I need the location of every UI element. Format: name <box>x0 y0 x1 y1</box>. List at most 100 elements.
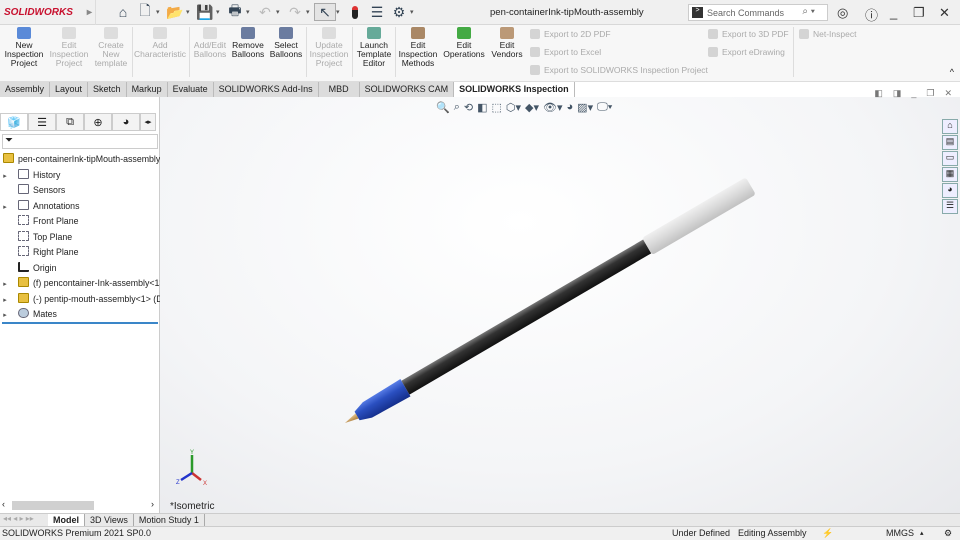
tree-root[interactable]: pen-containerInk-tipMouth-assembly <box>0 153 165 165</box>
export-inspection-project-button[interactable]: Export to SOLIDWORKS Inspection Project <box>530 65 708 75</box>
gear-icon[interactable]: ⚙ <box>388 3 410 21</box>
label: Net-Inspect <box>813 29 857 39</box>
scroll-right-icon[interactable]: › <box>151 499 154 509</box>
tab-mbd[interactable]: MBD <box>318 82 360 97</box>
tab-assembly[interactable]: Assembly <box>0 82 51 97</box>
export-edrawing-button[interactable]: Export eDrawing <box>708 47 785 57</box>
expand-icon[interactable]: ▸ <box>0 295 10 307</box>
edit-inspection-project-button[interactable]: Edit Inspection Project <box>48 27 90 68</box>
horizontal-scrollbar[interactable]: ‹ › <box>0 499 160 511</box>
restore-icon[interactable]: ❐ <box>913 5 925 21</box>
select-balloons-button[interactable]: Select Balloons <box>268 27 304 59</box>
rebuild-status-icon[interactable]: ⚡ <box>822 527 833 540</box>
chevron-down-icon[interactable]: ▾ <box>246 8 254 16</box>
tab-inspection[interactable]: SOLIDWORKS Inspection <box>454 82 575 97</box>
tab-layout[interactable]: Layout <box>50 82 89 97</box>
file-properties-icon[interactable]: ☰ <box>366 3 388 21</box>
tree-item-origin[interactable]: Origin <box>0 262 165 274</box>
tree-item-front-plane[interactable]: Front Plane <box>0 215 165 227</box>
units-chevron-icon[interactable]: ▴ <box>920 527 924 540</box>
add-characteristic-button[interactable]: Add Characteristic <box>134 27 186 59</box>
chevron-down-icon[interactable]: ▾ <box>336 8 344 16</box>
select-cursor-icon[interactable]: ↖ <box>314 3 336 21</box>
edit-vendors-button[interactable]: Edit Vendors <box>489 27 525 59</box>
pen-model[interactable] <box>160 97 960 513</box>
net-inspect-button[interactable]: Net-Inspect <box>799 29 856 39</box>
tab-sketch[interactable]: Sketch <box>88 82 127 97</box>
tree-item-annotations[interactable]: ▸ Annotations <box>0 200 165 214</box>
create-new-template-button[interactable]: Create New template <box>92 27 130 68</box>
scroll-tabs-left-icon[interactable]: ◂▸ <box>140 113 156 131</box>
tab-add-ins[interactable]: SOLIDWORKS Add-Ins <box>213 82 319 97</box>
new-document-icon[interactable]: 🗋 <box>134 2 156 21</box>
divider <box>793 27 794 77</box>
remove-balloons-button[interactable]: Remove Balloons <box>230 27 266 59</box>
chevron-down-icon[interactable]: ▾ <box>186 8 194 16</box>
new-inspection-project-button[interactable]: New Inspection Project <box>3 27 45 68</box>
configuration-manager-tab-icon[interactable]: ⧉ <box>56 113 84 131</box>
graphics-viewport[interactable]: 🔍 ⌕ ⟲ ◧ ⬚ ⬡▾ ◆▾ 👁▾ ◕ ▨▾ 🖵▾ ◧ ◨ _ ❐ ✕ ⌂ ▤ ▭ ▦ ◕ ☰ Y X Z… <box>160 88 960 513</box>
units-selector[interactable]: MMGS <box>886 527 914 540</box>
tab-model[interactable]: Model <box>48 514 85 526</box>
label: Export eDrawing <box>722 47 785 57</box>
appearance-tab-icon[interactable]: ◕ <box>112 113 140 131</box>
help-icon[interactable]: ⓘ <box>865 5 878 24</box>
close-icon[interactable]: ✕ <box>939 5 950 21</box>
scroll-left-icon[interactable]: ‹ <box>2 499 5 509</box>
tab-evaluate[interactable]: Evaluate <box>167 82 214 97</box>
scroll-thumb[interactable] <box>12 501 94 510</box>
tab-3d-views[interactable]: 3D Views <box>85 514 134 526</box>
export-2d-pdf-button[interactable]: Export to 2D PDF <box>530 29 611 39</box>
label: Origin <box>33 263 57 273</box>
print-icon[interactable]: 🖶 <box>224 2 246 21</box>
save-icon[interactable]: 💾 <box>194 3 216 21</box>
tree-item-pencontainer[interactable]: ▸ (f) pencontainer-Ink-assembly<1> <box>0 277 165 291</box>
tree-item-right-plane[interactable]: Right Plane <box>0 246 165 258</box>
expand-icon[interactable]: ▸ <box>0 171 10 183</box>
edit-inspection-methods-button[interactable]: Edit Inspection Methods <box>397 27 439 68</box>
export-3d-pdf-button[interactable]: Export to 3D PDF <box>708 29 789 39</box>
chevron-down-icon[interactable]: ▾ <box>276 8 284 16</box>
rollback-bar[interactable] <box>2 322 158 324</box>
edit-operations-button[interactable]: Edit Operations <box>441 27 487 59</box>
home-icon[interactable]: ⌂ <box>112 3 134 21</box>
customize-icon[interactable]: ⚙ <box>944 527 952 540</box>
tree-item-pentip[interactable]: ▸ (-) pentip-mouth-assembly<1> (Default) <box>0 293 165 307</box>
tab-markup[interactable]: Markup <box>126 82 168 97</box>
chevron-down-icon[interactable]: ▾ <box>306 8 314 16</box>
tree-item-history[interactable]: ▸ History <box>0 169 165 183</box>
expand-icon[interactable]: ▸ <box>0 202 10 214</box>
export-excel-button[interactable]: Export to Excel <box>530 47 601 57</box>
chevron-down-icon[interactable]: ▾ <box>156 8 164 16</box>
chevron-down-icon[interactable]: ▾ <box>216 8 224 16</box>
user-icon[interactable]: ◎ <box>837 5 848 21</box>
feature-manager-tab-icon[interactable]: 🧊 <box>0 113 28 131</box>
solidworks-logo[interactable]: SOLIDWORKS ▸ <box>0 0 96 25</box>
plane-icon <box>18 246 29 256</box>
expand-icon[interactable]: ▸ <box>0 310 10 322</box>
launch-template-editor-button[interactable]: Launch Template Editor <box>354 27 394 68</box>
tab-motion-study[interactable]: Motion Study 1 <box>134 514 205 526</box>
tree-item-mates[interactable]: ▸ Mates <box>0 308 165 322</box>
tree-item-top-plane[interactable]: Top Plane <box>0 231 165 243</box>
expand-icon[interactable]: ▸ <box>0 279 10 291</box>
search-input[interactable]: > Search Commands ⌕ ▾ <box>688 4 828 21</box>
minimize-icon[interactable]: _ <box>890 5 897 20</box>
rebuild-traffic-light-icon[interactable] <box>344 3 366 21</box>
filter-icon[interactable]: ⏷ <box>2 134 158 149</box>
collapse-ribbon-icon[interactable]: ^ <box>950 67 954 77</box>
tab-scroll-arrows-icon[interactable]: ◂◂ ◂ ▸ ▸▸ <box>0 514 48 526</box>
tree-item-sensors[interactable]: Sensors <box>0 184 165 196</box>
undo-icon[interactable]: ↶ <box>254 3 276 21</box>
add-edit-balloons-button[interactable]: Add/Edit Balloons <box>190 27 230 59</box>
property-manager-tab-icon[interactable]: ☰ <box>28 113 56 131</box>
dimxpert-tab-icon[interactable]: ⊕ <box>84 113 112 131</box>
vendors-icon <box>500 27 514 39</box>
redo-icon[interactable]: ↷ <box>284 3 306 21</box>
tab-cam[interactable]: SOLIDWORKS CAM <box>359 82 455 97</box>
update-inspection-project-button[interactable]: Update Inspection Project <box>308 27 350 68</box>
chevron-down-icon[interactable]: ▾ <box>410 8 418 16</box>
open-icon[interactable]: 📂 <box>164 3 186 21</box>
search-icon[interactable]: ⌕ ▾ <box>802 6 815 17</box>
label: Mates <box>33 309 57 319</box>
